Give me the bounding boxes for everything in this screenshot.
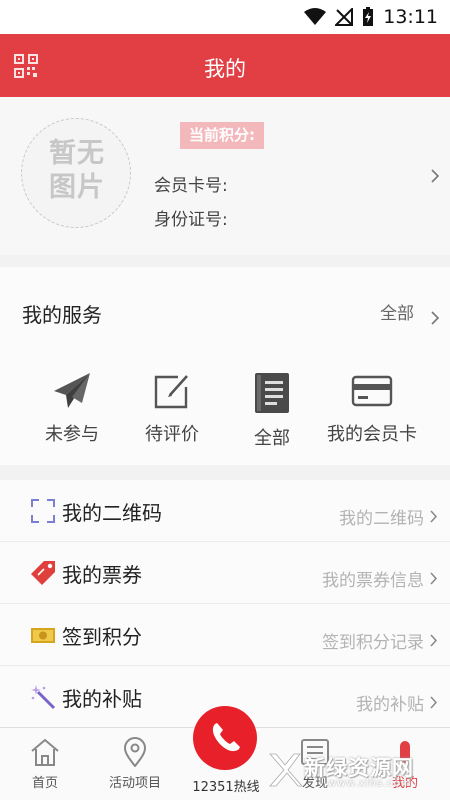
- service-label: 全部: [254, 428, 290, 449]
- app-header: 我的: [0, 34, 450, 97]
- page-title: 我的: [204, 57, 246, 81]
- chevron-right-icon: [430, 696, 438, 709]
- battery-charging-icon: [363, 7, 374, 26]
- list-item-hint: 签到积分记录: [322, 633, 424, 653]
- service-to-review[interactable]: 待评价: [117, 371, 227, 446]
- list-item-tickets[interactable]: 我的票券 我的票券信息: [0, 542, 450, 604]
- watermark-logo-icon: [269, 753, 302, 787]
- list-item-checkin-points[interactable]: 签到积分 签到积分记录: [0, 604, 450, 666]
- list-item-hint: 我的补贴: [356, 695, 424, 715]
- service-label: 待评价: [145, 424, 199, 445]
- member-card-label: 会员卡号:: [154, 176, 228, 196]
- list-item-title: 我的二维码: [62, 501, 162, 525]
- home-icon: [31, 738, 59, 766]
- ticket-tag-icon: [31, 561, 55, 585]
- watermark-url: www.xlhs.com: [328, 778, 412, 789]
- credit-card-icon: [351, 375, 393, 407]
- service-all[interactable]: 全部: [217, 371, 327, 450]
- list-item-qrcode[interactable]: 我的二维码 我的二维码: [0, 480, 450, 542]
- list-item-title: 我的票券: [62, 563, 142, 587]
- list-item-title: 我的补贴: [62, 687, 142, 711]
- id-number-label: 身份证号:: [154, 210, 228, 230]
- nav-activities[interactable]: 活动项目: [90, 737, 180, 791]
- status-bar: 13:11: [0, 0, 450, 34]
- service-not-joined[interactable]: 未参与: [17, 371, 127, 446]
- scan-frame-icon: [31, 499, 55, 523]
- no-signal-icon: [335, 8, 354, 26]
- nav-label: 首页: [31, 776, 58, 791]
- hotline-label: 12351热线: [192, 780, 260, 795]
- service-label: 我的会员卡: [327, 424, 417, 445]
- service-member-card[interactable]: 我的会员卡: [317, 371, 427, 446]
- money-icon: [31, 628, 55, 643]
- phone-icon: [212, 723, 240, 752]
- list-item-title: 签到积分: [62, 625, 142, 649]
- points-badge: 当前积分:: [180, 122, 264, 149]
- chevron-right-icon: [431, 169, 440, 183]
- services-title: 我的服务: [22, 303, 102, 327]
- watermark: 新绿资源网 www.xlhs.com: [268, 748, 438, 794]
- chevron-right-icon: [430, 572, 438, 585]
- document-list-icon: [255, 373, 289, 413]
- status-icons: 13:11: [304, 6, 438, 28]
- profile-card[interactable]: 暂无图片 当前积分: 会员卡号: 身份证号:: [0, 97, 450, 255]
- edit-icon: [154, 375, 188, 409]
- services-all-link[interactable]: 全部: [380, 299, 414, 324]
- my-services-section: 我的服务 全部 未参与 待评价 全部 我的会员卡: [0, 267, 450, 465]
- list-item-hint: 我的票券信息: [322, 571, 424, 591]
- location-pin-icon: [123, 737, 147, 767]
- chevron-right-icon: [431, 311, 440, 325]
- nav-label: 活动项目: [108, 776, 161, 791]
- nav-home[interactable]: 首页: [0, 737, 90, 791]
- chevron-right-icon: [430, 634, 438, 647]
- status-time: 13:11: [383, 6, 438, 28]
- avatar[interactable]: 暂无图片: [21, 118, 131, 228]
- chevron-right-icon: [430, 510, 438, 523]
- list-item-hint: 我的二维码: [339, 509, 424, 529]
- feature-list: 我的二维码 我的二维码 我的票券 我的票券信息 签到积分 签到积分记录 我的补贴…: [0, 480, 450, 728]
- avatar-placeholder-text: 暂无图片: [49, 138, 105, 203]
- wifi-icon: [304, 8, 327, 25]
- magic-wand-icon: [31, 685, 56, 710]
- service-label: 未参与: [45, 424, 99, 445]
- hotline-button[interactable]: [193, 706, 257, 770]
- paper-plane-icon: [54, 373, 90, 408]
